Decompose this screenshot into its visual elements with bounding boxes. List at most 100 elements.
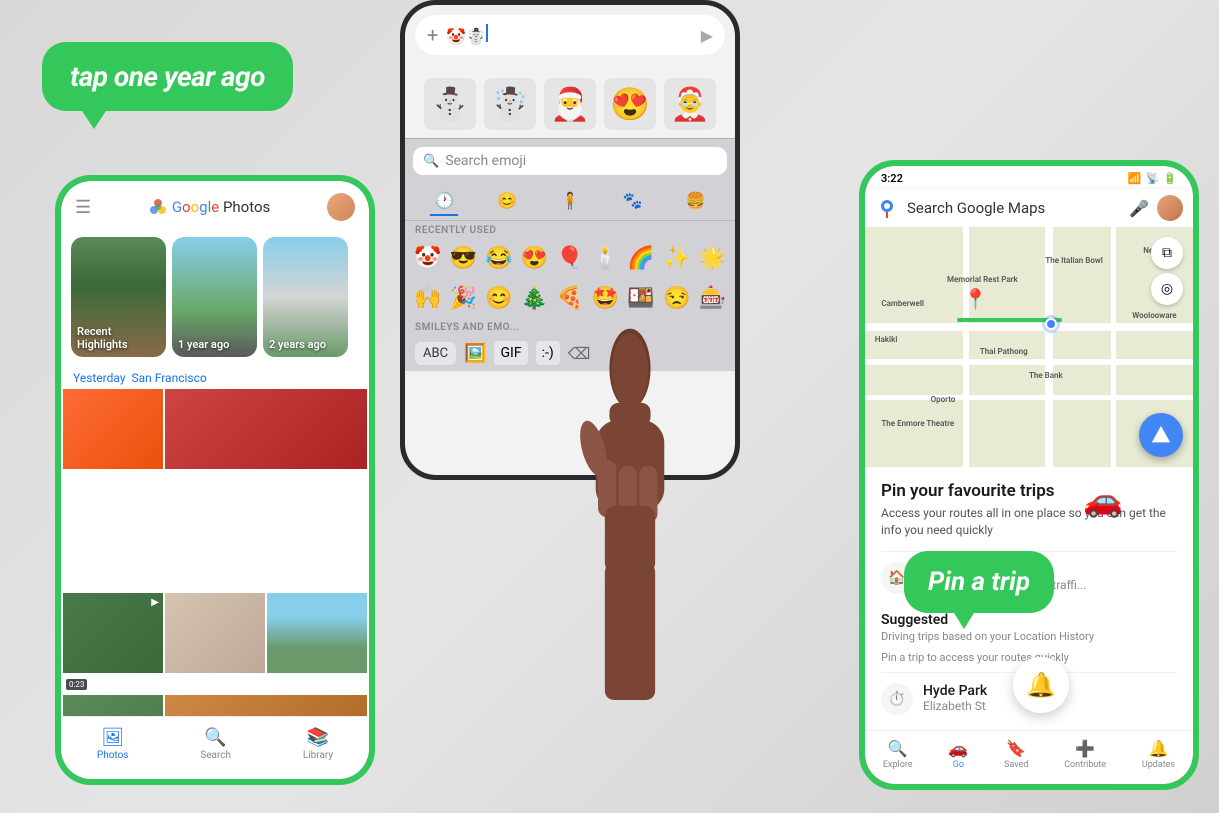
maps-bottom-nav: 🔍 Explore 🚗 Go 🔖 Saved ➕ Contribute 🔔 Up…	[865, 730, 1193, 784]
maps-panel-title: Pin your favourite trips	[881, 481, 1177, 501]
emoji-snowman-1[interactable]: ⛄	[424, 78, 476, 130]
map-place-label: Oporto	[931, 395, 956, 404]
emoji-snowman-4[interactable]: 😍	[604, 78, 656, 130]
explore-icon: 🔍	[888, 739, 908, 758]
maps-nav-go[interactable]: 🚗 Go	[948, 739, 968, 770]
map-place-label: The Bank	[1029, 371, 1063, 380]
photos-logo-icon	[148, 197, 168, 217]
emoji-cell[interactable]: 🌟	[695, 240, 729, 276]
map-place-label: Woolooware	[1132, 311, 1176, 320]
emoji-search-icon: 🔍	[423, 154, 439, 169]
emoji-cell[interactable]: 🎉	[447, 280, 481, 316]
map-road	[865, 323, 1193, 331]
maps-map-area[interactable]: The Italian Bowl Camberwell Newtown Thai…	[865, 227, 1193, 467]
message-emojis: 🤡☃️	[446, 24, 692, 46]
maps-mic-icon[interactable]: 🎤	[1129, 199, 1149, 218]
maps-nav-contribute-label: Contribute	[1064, 760, 1106, 770]
nav-item-library-label: Library	[303, 750, 333, 761]
go-icon: 🚗	[948, 739, 968, 758]
photo-cell-video[interactable]: 0:23 ▶	[63, 593, 163, 693]
hand-illustration	[490, 300, 770, 700]
bubble-left-text: tap one year ago	[70, 60, 265, 93]
emoji-cell[interactable]: 😂	[482, 240, 516, 276]
maps-user-avatar[interactable]	[1157, 195, 1183, 221]
nav-item-photos[interactable]: 🖼 Photos	[97, 727, 129, 761]
emoji-search-bar[interactable]: 🔍 Search emoji	[413, 147, 727, 175]
photo-cell[interactable]	[267, 593, 367, 693]
highlight-card-recent[interactable]: RecentHighlights	[71, 237, 166, 357]
emoji-suggestion-row: ⛄ ☃️ 🎅 😍 🤶	[405, 70, 735, 138]
updates-icon: 🔔	[1149, 739, 1169, 758]
photos-highlights-row: RecentHighlights 1 year ago 2 years ago	[61, 229, 369, 365]
nav-item-library[interactable]: 📚 Library	[303, 727, 333, 761]
plus-icon[interactable]: +	[427, 23, 438, 47]
emoji-grid-row1: 🤡 😎 😂 😍 🎈 🕯️ 🌈 ✨ 🌟	[405, 238, 735, 278]
maps-nav-contribute[interactable]: ➕ Contribute	[1064, 739, 1106, 770]
map-road	[963, 227, 969, 467]
bubble-tap-one-year-ago: tap one year ago	[42, 42, 293, 111]
highlight-label-2years: 2 years ago	[269, 338, 326, 351]
maps-nav-go-label: Go	[953, 760, 964, 770]
bell-button[interactable]: 🔔	[1013, 657, 1069, 713]
phone-left: ☰ Google Photos RecentHighlights	[55, 175, 375, 785]
maps-nav-saved[interactable]: 🔖 Saved	[1004, 739, 1028, 770]
emoji-cell[interactable]: 🕯️	[589, 240, 623, 276]
contribute-icon: ➕	[1075, 739, 1095, 758]
place-route-icon: ⏱️	[881, 683, 913, 715]
maps-panel-desc: Access your routes all in one place so y…	[881, 505, 1177, 539]
map-pin[interactable]: 📍	[963, 287, 988, 311]
emoji-tab-animal[interactable]: 🐾	[619, 187, 647, 216]
send-icon[interactable]: ▶	[701, 26, 713, 45]
photos-logo-text: Google Photos	[172, 198, 270, 216]
emoji-cell[interactable]: 🎈	[553, 240, 587, 276]
message-input-row[interactable]: + 🤡☃️ ▶	[415, 15, 725, 55]
emoji-tab-person[interactable]: 🧍	[556, 187, 584, 216]
emoji-tab-smiley[interactable]: 😊	[493, 187, 521, 216]
emoji-cell[interactable]: 🌈	[624, 240, 658, 276]
photos-header: ☰ Google Photos	[61, 181, 369, 229]
maps-nav-updates-label: Updates	[1142, 760, 1175, 770]
map-place-label: Memorial Rest Park	[947, 275, 1018, 284]
maps-car-icon: 🚗	[1083, 481, 1123, 519]
photos-nav-icon: 🖼	[101, 727, 124, 748]
search-nav-icon: 🔍	[204, 727, 226, 748]
map-place-label: Thai Pathong	[980, 347, 1028, 356]
maps-nav-explore[interactable]: 🔍 Explore	[883, 739, 913, 770]
recently-used-label: RECENTLY USED	[405, 221, 735, 238]
maps-navigate-button[interactable]	[1139, 413, 1183, 457]
emoji-cell[interactable]: 😍	[518, 240, 552, 276]
map-location-button[interactable]: ◎	[1151, 273, 1183, 305]
suggested-section-subtitle: Driving trips based on your Location His…	[881, 630, 1177, 643]
map-road	[1111, 227, 1116, 467]
emoji-cell[interactable]: 🙌	[411, 280, 445, 316]
maps-search-input[interactable]: Search Google Maps	[907, 199, 1121, 217]
photo-cell[interactable]	[165, 593, 265, 693]
emoji-category-tabs: 🕐 😊 🧍 🐾 🍔	[405, 183, 735, 221]
emoji-sticker-icon[interactable]: 🖼️	[464, 343, 486, 364]
emoji-snowman-5[interactable]: 🤶	[664, 78, 716, 130]
map-place-label: Hakiki	[875, 335, 898, 344]
emoji-tab-clock[interactable]: 🕐	[430, 187, 458, 216]
maps-nav-saved-label: Saved	[1004, 760, 1028, 770]
emoji-snowman-2[interactable]: ☃️	[484, 78, 536, 130]
emoji-cell[interactable]: ✨	[660, 240, 694, 276]
map-layers-button[interactable]: ⧉	[1151, 237, 1183, 269]
maps-search-bar[interactable]: Search Google Maps 🎤	[865, 189, 1193, 227]
highlight-card-2years[interactable]: 2 years ago	[263, 237, 348, 357]
emoji-snowman-3[interactable]: 🎅	[544, 78, 596, 130]
nav-item-photos-label: Photos	[97, 750, 129, 761]
emoji-tab-food[interactable]: 🍔	[682, 187, 710, 216]
photos-avatar[interactable]	[327, 193, 355, 221]
photo-cell[interactable]	[63, 389, 163, 489]
photos-bottom-nav: 🖼 Photos 🔍 Search 📚 Library	[61, 716, 369, 779]
maps-logo-icon	[875, 196, 899, 220]
menu-icon[interactable]: ☰	[75, 197, 91, 218]
emoji-cell[interactable]: 🤡	[411, 240, 445, 276]
photo-cell[interactable]	[165, 389, 367, 591]
maps-nav-updates[interactable]: 🔔 Updates	[1142, 739, 1175, 770]
nav-item-search[interactable]: 🔍 Search	[200, 727, 231, 761]
library-nav-icon: 📚	[307, 727, 329, 748]
highlight-card-1year[interactable]: 1 year ago	[172, 237, 257, 357]
abc-button[interactable]: ABC	[415, 342, 456, 365]
emoji-cell[interactable]: 😎	[447, 240, 481, 276]
